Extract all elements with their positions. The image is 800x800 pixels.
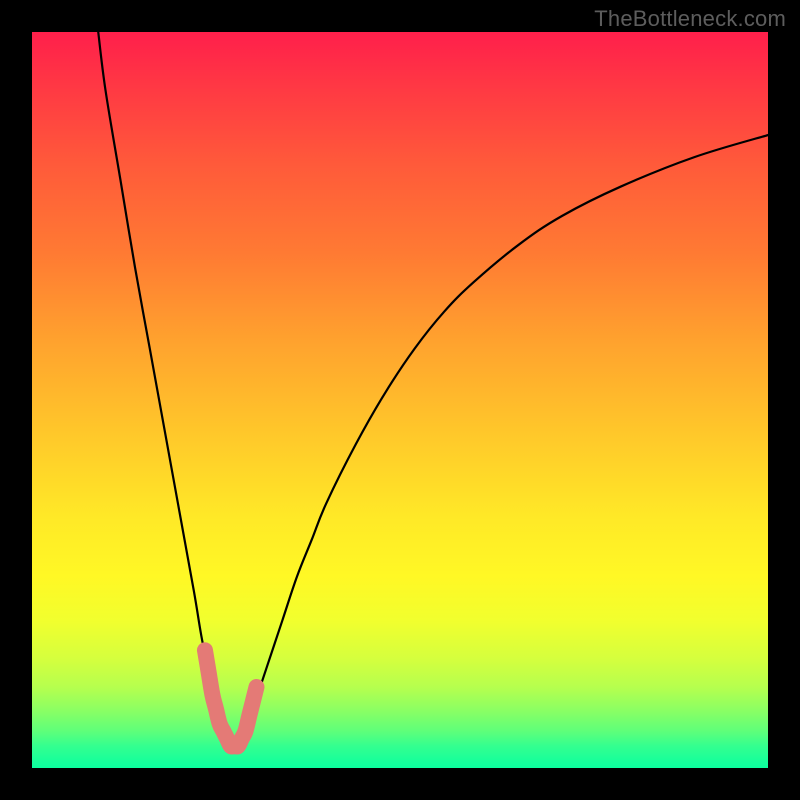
plot-area <box>32 32 768 768</box>
chart-svg <box>32 32 768 768</box>
watermark-text: TheBottleneck.com <box>594 6 786 32</box>
trough-highlight-path <box>205 650 257 746</box>
curve-path <box>98 32 768 748</box>
outer-frame: TheBottleneck.com <box>0 0 800 800</box>
